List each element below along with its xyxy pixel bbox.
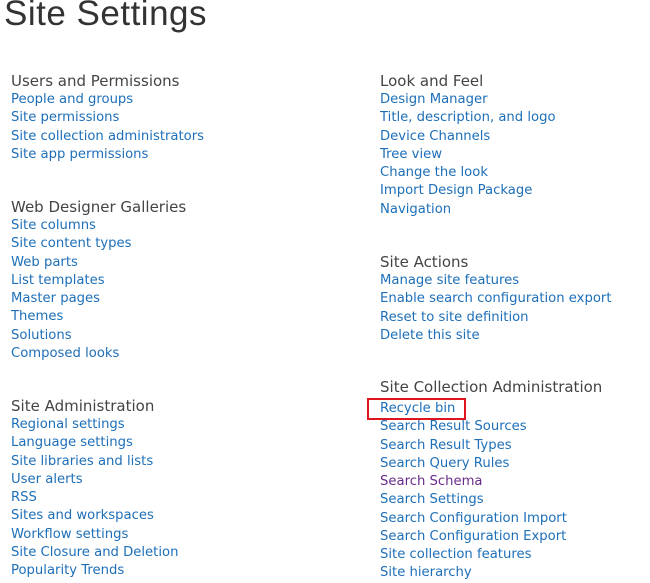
link-site-hierarchy[interactable]: Site hierarchy (380, 564, 602, 582)
link-workflow-settings[interactable]: Workflow settings (11, 526, 178, 544)
link-search-schema[interactable]: Search Schema (380, 473, 602, 491)
link-people-and-groups[interactable]: People and groups (11, 91, 204, 109)
link-user-alerts[interactable]: User alerts (11, 471, 178, 489)
link-recycle-bin-highlighted[interactable]: Recycle bin (366, 397, 467, 421)
link-sites-and-workspaces[interactable]: Sites and workspaces (11, 507, 178, 525)
link-delete-this-site[interactable]: Delete this site (380, 327, 612, 345)
link-reset-to-site-definition[interactable]: Reset to site definition (380, 309, 612, 327)
link-popularity-trends[interactable]: Popularity Trends (11, 562, 178, 580)
link-composed-looks[interactable]: Composed looks (11, 345, 186, 363)
section-site-actions: Site Actions Manage site features Enable s… (380, 252, 612, 345)
section-web-designer-galleries: Web Designer Galleries Site columns Site c… (11, 197, 186, 363)
section-heading: Site Administration (11, 397, 155, 415)
link-site-libraries-and-lists[interactable]: Site libraries and lists (11, 453, 178, 471)
link-rss[interactable]: RSS (11, 489, 178, 507)
link-site-collection-administrators[interactable]: Site collection administrators (11, 128, 204, 146)
page-title: Site Settings (4, 0, 207, 33)
section-users-and-permissions: Users and Permissions People and groups Si… (11, 71, 204, 164)
link-site-app-permissions[interactable]: Site app permissions (11, 146, 204, 164)
link-import-design-package[interactable]: Import Design Package (380, 182, 556, 200)
link-title-description-and-logo[interactable]: Title, description, and logo (380, 109, 556, 127)
section-heading: Site Collection Administration (380, 378, 603, 396)
link-search-query-rules[interactable]: Search Query Rules (380, 455, 602, 473)
link-tree-view[interactable]: Tree view (380, 146, 556, 164)
section-heading: Users and Permissions (11, 72, 180, 90)
link-search-configuration-import[interactable]: Search Configuration Import (380, 510, 602, 528)
link-solutions[interactable]: Solutions (11, 327, 186, 345)
link-site-columns[interactable]: Site columns (11, 217, 186, 235)
section-heading: Look and Feel (380, 72, 484, 90)
link-search-result-types[interactable]: Search Result Types (380, 437, 602, 455)
link-navigation[interactable]: Navigation (380, 201, 556, 219)
link-regional-settings[interactable]: Regional settings (11, 416, 178, 434)
link-themes[interactable]: Themes (11, 308, 186, 326)
link-change-the-look[interactable]: Change the look (380, 164, 556, 182)
link-search-settings[interactable]: Search Settings (380, 491, 602, 509)
link-search-configuration-export[interactable]: Search Configuration Export (380, 528, 602, 546)
link-list-templates[interactable]: List templates (11, 272, 186, 290)
link-language-settings[interactable]: Language settings (11, 434, 178, 452)
section-site-administration: Site Administration Regional settings Lang… (11, 396, 178, 580)
link-site-collection-features[interactable]: Site collection features (380, 546, 602, 564)
link-device-channels[interactable]: Device Channels (380, 128, 556, 146)
link-design-manager[interactable]: Design Manager (380, 91, 556, 109)
link-master-pages[interactable]: Master pages (11, 290, 186, 308)
link-search-result-sources[interactable]: Search Result Sources (380, 418, 602, 436)
link-site-closure-and-deletion[interactable]: Site Closure and Deletion (11, 544, 178, 562)
link-site-content-types[interactable]: Site content types (11, 235, 186, 253)
link-manage-site-features[interactable]: Manage site features (380, 272, 612, 290)
section-heading: Web Designer Galleries (11, 198, 187, 216)
link-enable-search-configuration-export[interactable]: Enable search configuration export (380, 290, 612, 308)
section-heading: Site Actions (380, 253, 469, 271)
link-site-permissions[interactable]: Site permissions (11, 109, 204, 127)
link-web-parts[interactable]: Web parts (11, 254, 186, 272)
section-look-and-feel: Look and Feel Design Manager Title, descri… (380, 71, 556, 219)
section-site-collection-administration: Site Collection Administration Recycle bi… (366, 377, 603, 583)
